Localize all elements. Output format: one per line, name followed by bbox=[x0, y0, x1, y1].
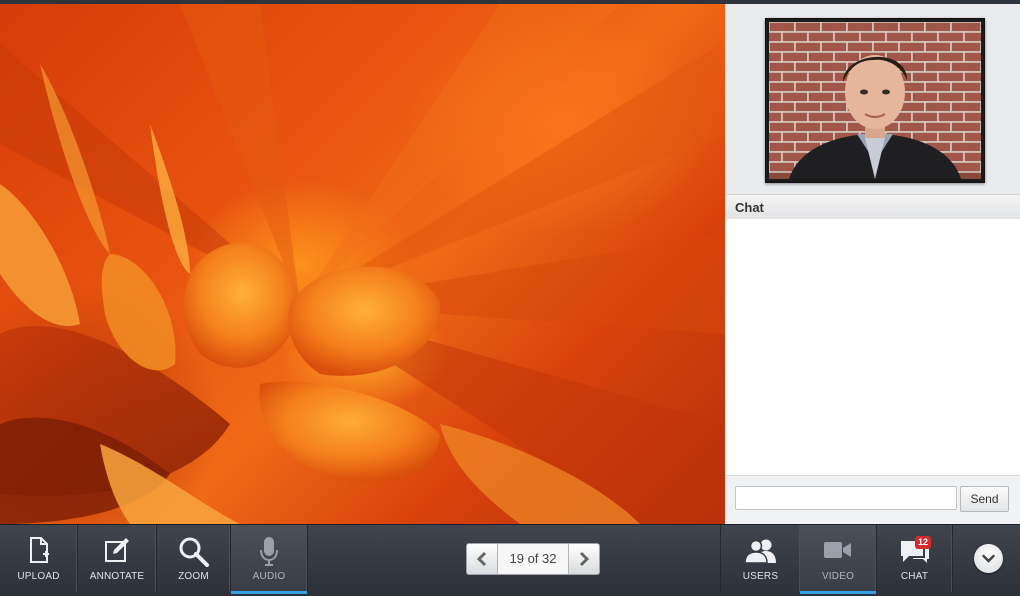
video-button[interactable]: VIDEO bbox=[800, 525, 877, 594]
audio-label: AUDIO bbox=[252, 571, 286, 582]
chevron-left-icon bbox=[467, 551, 497, 574]
upload-label: UPLOAD bbox=[17, 571, 60, 582]
zoom-label: ZOOM bbox=[178, 571, 209, 582]
annotate-label: ANNOTATE bbox=[89, 571, 145, 582]
users-icon bbox=[743, 539, 778, 568]
upload-icon bbox=[28, 537, 50, 568]
chat-unread-badge: 12 bbox=[915, 536, 931, 549]
send-button[interactable]: Send bbox=[960, 486, 1009, 512]
zoom-icon bbox=[178, 537, 210, 572]
audio-button[interactable]: AUDIO bbox=[231, 525, 308, 594]
webcam-feed bbox=[769, 22, 981, 179]
chat-input-bar: Send bbox=[725, 475, 1020, 525]
presenter-portrait bbox=[769, 22, 981, 179]
zoom-button[interactable]: ZOOM bbox=[157, 525, 231, 592]
chevron-right-icon bbox=[569, 551, 599, 574]
chat-title: Chat bbox=[735, 200, 764, 215]
users-button[interactable]: USERS bbox=[720, 525, 801, 592]
chat-message-input[interactable] bbox=[735, 486, 957, 510]
chat-label: CHAT bbox=[900, 571, 929, 582]
page-indicator: 19 of 32 bbox=[498, 544, 568, 574]
bottom-toolbar: UPLOAD ANNOTATE ZOOM AUDIO 19 of 32 USER… bbox=[0, 524, 1020, 596]
users-label: USERS bbox=[742, 571, 779, 582]
page-navigator: 19 of 32 bbox=[466, 543, 600, 575]
flower-image bbox=[0, 4, 725, 524]
next-page-button[interactable] bbox=[568, 544, 599, 574]
chat-button[interactable]: 12 CHAT bbox=[877, 525, 953, 592]
webcam-video[interactable] bbox=[765, 18, 985, 183]
chat-messages[interactable] bbox=[725, 219, 1020, 475]
more-options-button[interactable] bbox=[974, 544, 1003, 573]
presentation-slide bbox=[0, 4, 725, 524]
previous-page-button[interactable] bbox=[467, 544, 498, 574]
microphone-icon bbox=[259, 537, 279, 572]
video-active-indicator bbox=[800, 591, 876, 594]
audio-active-indicator bbox=[231, 591, 307, 594]
annotate-button[interactable]: ANNOTATE bbox=[78, 525, 157, 592]
video-label: VIDEO bbox=[821, 571, 855, 582]
annotate-icon bbox=[104, 537, 130, 568]
upload-button[interactable]: UPLOAD bbox=[0, 525, 78, 592]
chat-header: Chat bbox=[725, 194, 1020, 220]
video-area bbox=[725, 4, 1020, 195]
chevron-down-icon bbox=[974, 554, 1003, 577]
video-camera-icon bbox=[824, 541, 852, 564]
side-panel: Chat Send bbox=[725, 4, 1020, 525]
